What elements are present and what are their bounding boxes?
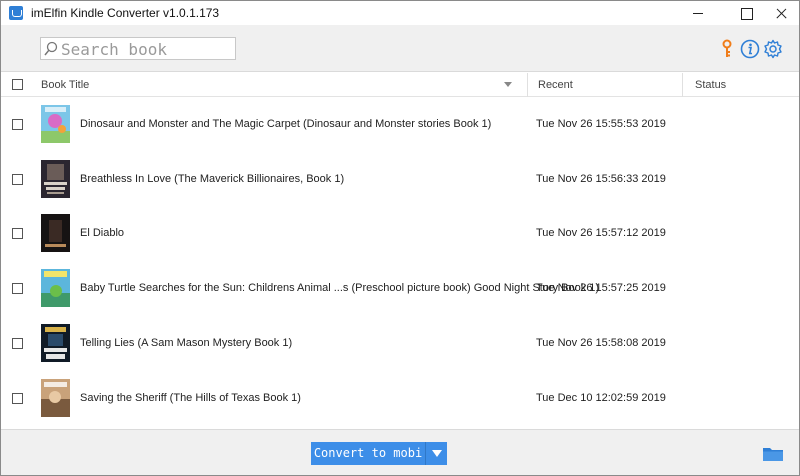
- folder-icon[interactable]: [763, 446, 783, 461]
- book-cover-image: [41, 323, 70, 362]
- row-checkbox[interactable]: [12, 228, 23, 240]
- format-dropdown-button[interactable]: [425, 442, 447, 465]
- book-list: Dinosaur and Monster and The Magic Carpe…: [1, 97, 799, 429]
- convert-button[interactable]: Convert to mobi: [311, 442, 425, 465]
- table-row[interactable]: Dinosaur and Monster and The Magic Carpe…: [1, 97, 799, 152]
- select-all-checkbox[interactable]: [12, 79, 23, 90]
- book-cover-image: [41, 159, 70, 198]
- column-divider[interactable]: [682, 73, 683, 97]
- book-title: Breathless In Love (The Maverick Billion…: [80, 172, 345, 185]
- book-title: Saving the Sheriff (The Hills of Texas B…: [80, 391, 301, 404]
- table-row[interactable]: Saving the Sheriff (The Hills of Texas B…: [1, 370, 799, 426]
- table-header: Book Title Recent Status: [1, 73, 799, 97]
- table-row[interactable]: Breathless In Love (The Maverick Billion…: [1, 151, 799, 207]
- table-row[interactable]: El Diablo Tue Nov 26 15:57:12 2019: [1, 206, 799, 262]
- maximize-button[interactable]: [729, 1, 763, 25]
- column-header-title[interactable]: Book Title: [41, 79, 89, 91]
- book-cover-image: [41, 378, 70, 417]
- recent-timestamp: Tue Nov 26 15:57:25 2019: [536, 282, 666, 295]
- book-cover-image: [41, 214, 70, 253]
- window-title: imElfin Kindle Converter v1.0.1.173: [31, 6, 220, 20]
- column-divider[interactable]: [527, 73, 528, 97]
- table-row[interactable]: Baby Turtle Searches for the Sun: Childr…: [1, 261, 799, 316]
- app-window: imElfin Kindle Converter v1.0.1.173 Sear…: [0, 0, 800, 476]
- sort-dropdown-icon[interactable]: [504, 82, 512, 87]
- app-logo-icon: [9, 6, 23, 20]
- row-checkbox[interactable]: [12, 283, 23, 295]
- recent-timestamp: Tue Nov 26 15:56:33 2019: [536, 172, 666, 185]
- minimize-button[interactable]: [681, 1, 715, 25]
- book-title: Telling Lies (A Sam Mason Mystery Book 1…: [80, 336, 293, 349]
- book-cover-image: [41, 269, 70, 308]
- book-title: El Diablo: [80, 227, 125, 240]
- column-header-status[interactable]: Status: [695, 79, 726, 91]
- toolbar: [1, 25, 799, 72]
- key-icon[interactable]: [717, 39, 737, 59]
- recent-timestamp: Tue Dec 10 12:02:59 2019: [536, 391, 666, 404]
- row-checkbox[interactable]: [12, 119, 23, 130]
- search-input[interactable]: [61, 39, 233, 59]
- table-row[interactable]: Telling Lies (A Sam Mason Mystery Book 1…: [1, 315, 799, 371]
- row-checkbox[interactable]: [12, 392, 23, 404]
- info-icon[interactable]: [740, 39, 760, 59]
- search-box[interactable]: [40, 37, 236, 60]
- book-title: Baby Turtle Searches for the Sun: Childr…: [80, 282, 600, 295]
- recent-timestamp: Tue Nov 26 15:58:08 2019: [536, 336, 666, 349]
- row-checkbox[interactable]: [12, 337, 23, 349]
- recent-timestamp: Tue Nov 26 15:55:53 2019: [536, 118, 666, 130]
- row-checkbox[interactable]: [12, 173, 23, 185]
- book-cover-image: [41, 105, 70, 143]
- book-title: Dinosaur and Monster and The Magic Carpe…: [80, 118, 492, 130]
- recent-timestamp: Tue Nov 26 15:57:12 2019: [536, 227, 666, 240]
- search-icon: [44, 41, 58, 56]
- column-header-recent[interactable]: Recent: [538, 79, 573, 91]
- gear-icon[interactable]: [763, 39, 783, 59]
- title-bar[interactable]: imElfin Kindle Converter v1.0.1.173: [1, 1, 799, 25]
- close-button[interactable]: [765, 1, 799, 25]
- bottom-bar: Convert to mobi: [1, 429, 799, 475]
